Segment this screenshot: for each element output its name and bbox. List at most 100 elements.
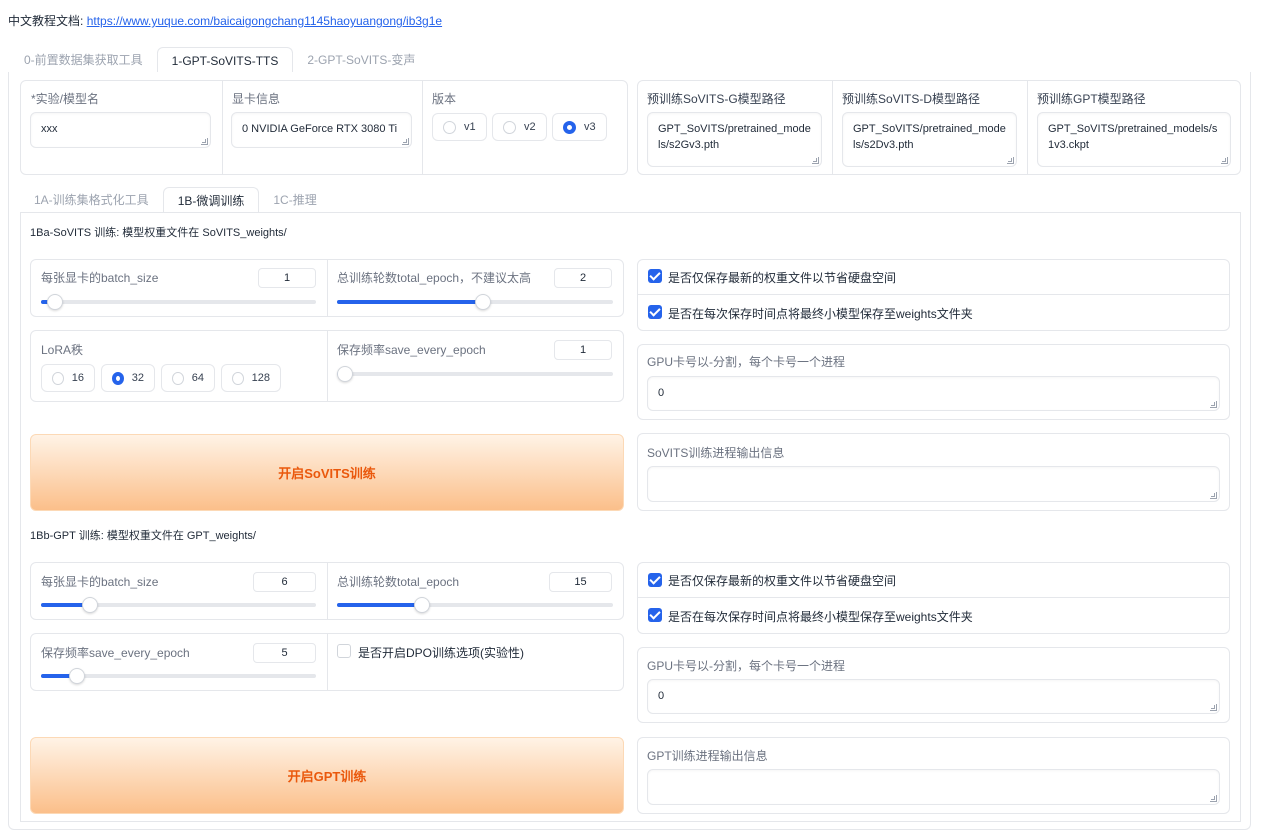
separator — [832, 80, 833, 175]
slider-thumb[interactable] — [46, 294, 63, 310]
slider-thumb[interactable] — [337, 366, 353, 382]
resize-handle-icon[interactable] — [201, 138, 208, 145]
resize-handle-icon[interactable] — [812, 157, 819, 164]
gpt-gpu-ids-label: GPU卡号以-分割，每个卡号一个进程 — [647, 659, 846, 673]
gpt-save-small-checkbox[interactable] — [648, 608, 662, 622]
sovits-g-label: 预训练SoVITS-G模型路径 — [647, 92, 786, 106]
lora-option-label: 64 — [191, 372, 204, 384]
sovits-gpu-ids-label: GPU卡号以-分割，每个卡号一个进程 — [647, 355, 846, 369]
exp-name-label: *实验/模型名 — [31, 92, 100, 106]
separator — [637, 294, 1230, 295]
start-gpt-training-button[interactable]: 开启GPT训练 — [30, 737, 624, 814]
gpt-save-latest-label: 是否仅保存最新的权重文件以节省硬盘空间 — [668, 574, 897, 588]
gpt-epoch-number[interactable]: 15 — [549, 572, 612, 592]
gpt-path-input[interactable]: GPT_SoVITS/pretrained_models/s1v3.ckpt — [1037, 112, 1231, 167]
tab-finetune[interactable]: 1B-微调训练 — [162, 187, 260, 213]
separator — [327, 633, 328, 691]
exp-name-input[interactable]: xxx — [30, 112, 211, 148]
gpt-path-value: GPT_SoVITS/pretrained_models/s1v3.ckpt — [1048, 123, 1218, 151]
sovits-save-label: 保存频率save_every_epoch — [337, 343, 486, 357]
gpt-save-latest-checkbox[interactable] — [648, 573, 662, 587]
sovits-output-label: SoVITS训练进程输出信息 — [647, 446, 785, 460]
doc-line: 中文教程文档: https://www.yuque.com/baicaigong… — [8, 12, 442, 29]
sovits-save-slider[interactable] — [337, 366, 613, 382]
gpt-batch-label: 每张显卡的batch_size — [41, 575, 159, 589]
version-option-label: v1 — [464, 121, 476, 133]
gpt-gpu-ids-input[interactable]: 0 — [647, 679, 1220, 714]
doc-link[interactable]: https://www.yuque.com/baicaigongchang114… — [87, 14, 442, 28]
version-label: 版本 — [432, 92, 457, 106]
lora-option-128[interactable]: 128 — [221, 364, 281, 392]
resize-handle-icon[interactable] — [402, 138, 409, 145]
gpt-save-slider[interactable] — [41, 668, 316, 684]
sovits-epoch-slider[interactable] — [337, 294, 613, 310]
sovits-d-value: GPT_SoVITS/pretrained_models/s2Dv3.pth — [853, 123, 1006, 151]
lora-option-label: 128 — [251, 372, 270, 384]
gpt-save-small-label: 是否在每次保存时间点将最终小模型保存至weights文件夹 — [668, 610, 973, 624]
version-option-v1[interactable]: v1 — [432, 113, 487, 141]
exp-name-value: xxx — [41, 123, 58, 135]
start-sovits-training-button[interactable]: 开启SoVITS训练 — [30, 434, 624, 511]
gpt-epoch-slider[interactable] — [337, 597, 613, 613]
slider-thumb[interactable] — [68, 668, 85, 684]
radio-selected-icon — [563, 120, 576, 134]
gpu-info-input[interactable]: 0 NVIDIA GeForce RTX 3080 Ti — [231, 112, 412, 148]
sovits-d-label: 预训练SoVITS-D模型路径 — [842, 92, 981, 106]
gpt-save-label: 保存频率save_every_epoch — [41, 646, 190, 660]
gpt-gpu-ids-value: 0 — [658, 690, 665, 702]
sovits-save-latest-checkbox[interactable] — [648, 269, 662, 283]
gpu-info-value: 0 NVIDIA GeForce RTX 3080 Ti — [242, 123, 398, 135]
sovits-save-small-checkbox[interactable] — [648, 305, 662, 319]
sub-tabs: 1A-训练集格式化工具 1B-微调训练 1C-推理 — [20, 187, 331, 213]
sovits-save-small-label: 是否在每次保存时间点将最终小模型保存至weights文件夹 — [668, 307, 973, 321]
slider-fill — [337, 300, 483, 304]
gpt-section-title: 1Bb-GPT 训练: 模型权重文件在 GPT_weights/ — [30, 530, 256, 542]
resize-handle-icon[interactable] — [1210, 795, 1217, 802]
gpt-path-label: 预训练GPT模型路径 — [1037, 92, 1146, 106]
lora-option-64[interactable]: 64 — [161, 364, 215, 392]
resize-handle-icon[interactable] — [1210, 401, 1217, 408]
sovits-epoch-number[interactable]: 2 — [554, 268, 612, 288]
gpt-output-textarea[interactable] — [647, 769, 1220, 805]
sovits-batch-slider[interactable] — [41, 294, 316, 310]
sovits-save-number[interactable]: 1 — [554, 340, 612, 360]
gpt-batch-number[interactable]: 6 — [253, 572, 316, 592]
sovits-batch-label: 每张显卡的batch_size — [41, 271, 159, 285]
sovits-batch-number[interactable]: 1 — [258, 268, 316, 288]
radio-icon — [232, 371, 244, 385]
main-tabs: 0-前置数据集获取工具 1-GPT-SoVITS-TTS 2-GPT-SoVIT… — [10, 47, 429, 73]
lora-option-32[interactable]: 32 — [101, 364, 155, 392]
sovits-section-title: 1Ba-SoVITS 训练: 模型权重文件在 SoVITS_weights/ — [30, 227, 287, 239]
resize-handle-icon[interactable] — [1221, 157, 1228, 164]
version-option-v3[interactable]: v3 — [552, 113, 607, 141]
dpo-checkbox[interactable] — [337, 644, 351, 658]
sovits-g-input[interactable]: GPT_SoVITS/pretrained_models/s2Gv3.pth — [647, 112, 822, 167]
resize-handle-icon[interactable] — [1210, 704, 1217, 711]
sovits-gpu-ids-value: 0 — [658, 387, 665, 399]
radio-icon — [443, 120, 456, 134]
sovits-output-textarea[interactable] — [647, 466, 1220, 502]
radio-selected-icon — [112, 371, 124, 385]
gpt-batch-slider[interactable] — [41, 597, 316, 613]
sovits-d-input[interactable]: GPT_SoVITS/pretrained_models/s2Dv3.pth — [842, 112, 1017, 167]
sovits-gpu-ids-input[interactable]: 0 — [647, 376, 1220, 411]
separator — [222, 80, 223, 175]
tab-voice-change[interactable]: 2-GPT-SoVITS-变声 — [293, 47, 429, 73]
resize-handle-icon[interactable] — [1210, 492, 1217, 499]
lora-option-label: 32 — [131, 372, 144, 384]
tab-dataset-format[interactable]: 1A-训练集格式化工具 — [20, 187, 163, 213]
resize-handle-icon[interactable] — [1007, 157, 1014, 164]
lora-option-16[interactable]: 16 — [41, 364, 95, 392]
sovits-g-value: GPT_SoVITS/pretrained_models/s2Gv3.pth — [658, 123, 811, 151]
sovits-epoch-label: 总训练轮数total_epoch，不建议太高 — [337, 271, 532, 285]
version-option-v2[interactable]: v2 — [492, 113, 547, 141]
tab-dataset-tools[interactable]: 0-前置数据集获取工具 — [10, 47, 157, 73]
tab-inference[interactable]: 1C-推理 — [259, 187, 330, 213]
separator — [327, 330, 328, 402]
slider-thumb[interactable] — [475, 294, 491, 310]
doc-label: 中文教程文档: — [8, 14, 84, 28]
tab-tts[interactable]: 1-GPT-SoVITS-TTS — [156, 47, 294, 73]
separator — [422, 80, 423, 175]
separator — [327, 562, 328, 620]
gpt-save-number[interactable]: 5 — [253, 643, 316, 663]
